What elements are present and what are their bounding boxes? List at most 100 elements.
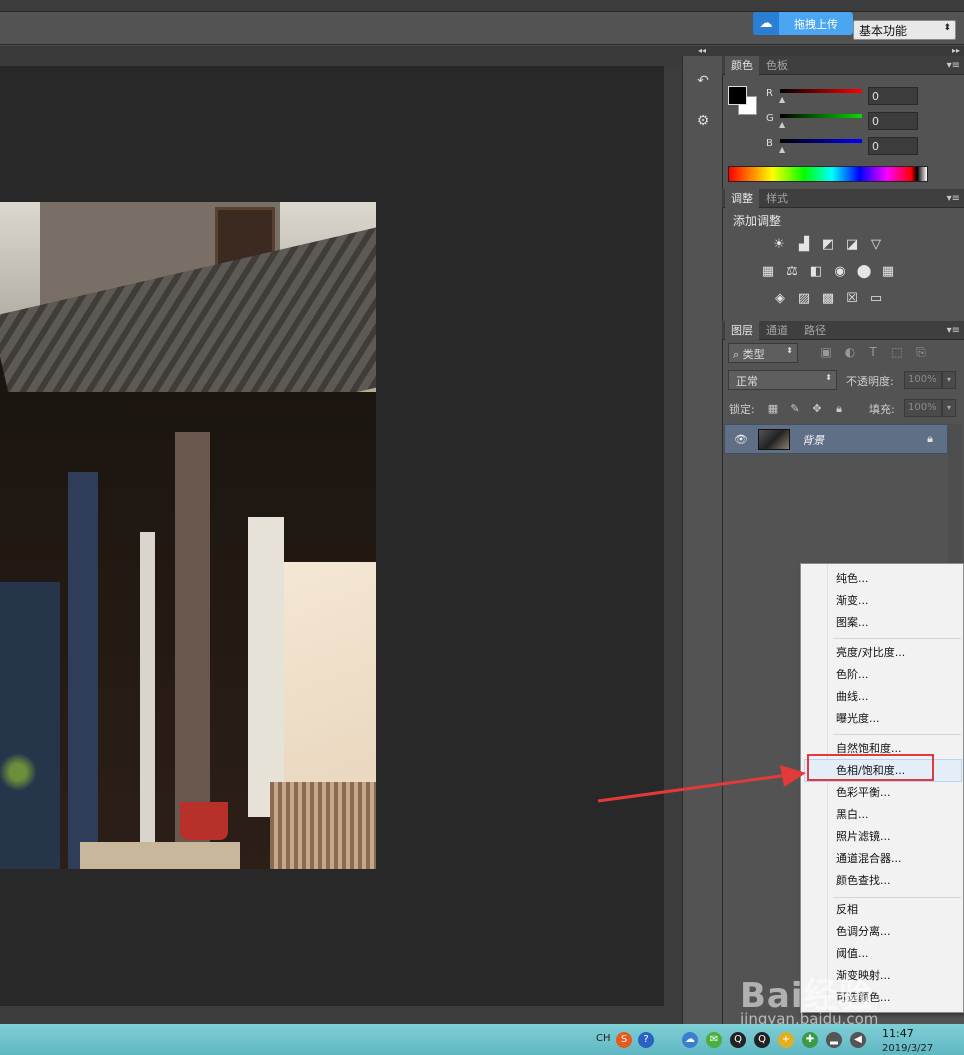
network-signal-icon[interactable]: ▂ [826, 1032, 842, 1048]
horizontal-scrollbar[interactable] [0, 1006, 682, 1024]
channel-b-slider[interactable] [780, 139, 862, 143]
channel-mixer-icon[interactable]: ⬤ [855, 264, 873, 280]
smart-object-filter-icon[interactable]: ⎘ [913, 345, 929, 361]
blend-mode-select[interactable]: 正常 ⬍ [728, 370, 837, 390]
menu-item-invert[interactable]: 反相 [836, 899, 858, 921]
gradient-map-icon[interactable]: ▭ [867, 291, 885, 307]
panel-menu-icon[interactable]: ▾≡ [947, 189, 960, 208]
opacity-dropdown[interactable]: ▾ [942, 371, 956, 389]
eye-icon[interactable]: 👁︎ [734, 433, 748, 446]
drag-upload-button[interactable]: ☁ 拖拽上传 [753, 12, 853, 35]
baidu-cloud-icon[interactable]: ☁ [682, 1032, 698, 1048]
brightness-icon[interactable]: ☀ [770, 237, 788, 253]
lock-transparent-icon[interactable]: ▦ [765, 402, 781, 416]
foreground-color-swatch[interactable] [728, 86, 747, 105]
menu-item-color-lookup[interactable]: 颜色查找... [836, 870, 891, 892]
channel-r-input[interactable]: 0 [868, 87, 918, 105]
hue-saturation-icon[interactable]: ▦ [759, 264, 777, 280]
lock-image-icon[interactable]: ✎ [787, 402, 803, 416]
wechat-icon[interactable]: ✉ [706, 1032, 722, 1048]
tab-layers[interactable]: 图层 [725, 321, 759, 340]
levels-icon[interactable]: ▟ [795, 237, 813, 253]
type-filter-icon[interactable]: T [865, 345, 881, 361]
menu-item-posterize[interactable]: 色调分离... [836, 921, 891, 943]
menu-item-pattern[interactable]: 图案... [836, 612, 869, 634]
vertical-scrollbar[interactable] [664, 66, 682, 1006]
channel-r-label: R [766, 88, 773, 99]
expand-arrows-icon[interactable]: ▸▸ [952, 46, 960, 56]
menu-item-photo-filter[interactable]: 照片滤镜... [836, 826, 891, 848]
posterize-icon[interactable]: ▨ [795, 291, 813, 307]
black-white-icon[interactable]: ◧ [807, 264, 825, 280]
menu-item-black-white[interactable]: 黑白... [836, 804, 869, 826]
channel-b-input[interactable]: 0 [868, 137, 918, 155]
channel-r-slider[interactable] [780, 89, 862, 93]
lock-icon: 🔒︎ [927, 432, 933, 445]
slider-thumb-icon[interactable]: ▲ [779, 120, 785, 129]
tab-swatches[interactable]: 色板 [760, 56, 794, 75]
properties-icon[interactable]: ⚙ [692, 110, 714, 132]
photo-filter-icon[interactable]: ◉ [831, 264, 849, 280]
workspace-select[interactable]: 基本功能 ⬍ [853, 20, 956, 40]
layer-filter-select[interactable]: ⌕ 类型 ⬍ [728, 343, 798, 363]
sogou-ime-icon[interactable]: S [616, 1032, 632, 1048]
menu-item-levels[interactable]: 色阶... [836, 664, 869, 686]
channel-g-slider[interactable] [780, 114, 862, 118]
document-image[interactable] [0, 202, 376, 869]
curves-icon[interactable]: ◩ [819, 237, 837, 253]
layer-name: 背景 [802, 434, 824, 447]
color-spectrum-bar[interactable] [728, 166, 928, 182]
lock-position-icon[interactable]: ✥ [809, 402, 825, 416]
plus-icon[interactable]: + [778, 1032, 794, 1048]
color-panel-tabs: 颜色 色板 ▾≡ [722, 56, 964, 75]
qq-icon[interactable]: Q [730, 1032, 746, 1048]
layer-row-background[interactable]: 👁︎ 背景 🔒︎ [724, 424, 948, 454]
menu-item-curves[interactable]: 曲线... [836, 686, 869, 708]
tab-channels[interactable]: 通道 [760, 321, 794, 340]
vibrance-icon[interactable]: ▽ [867, 237, 885, 253]
slider-thumb-icon[interactable]: ▲ [779, 95, 785, 104]
volume-icon[interactable]: ◀ [850, 1032, 866, 1048]
qq-icon-2[interactable]: Q [754, 1032, 770, 1048]
opacity-input[interactable]: 100% [904, 371, 942, 389]
clock-time[interactable]: 11:47 [882, 1027, 914, 1040]
channel-g-label: G [766, 113, 774, 124]
invert-icon[interactable]: ◈ [771, 291, 789, 307]
menu-item-solid-color[interactable]: 纯色... [836, 568, 869, 590]
security-icon[interactable]: ✚ [802, 1032, 818, 1048]
input-language[interactable]: CH [596, 1033, 611, 1044]
menu-item-exposure[interactable]: 曝光度... [836, 708, 880, 730]
lock-all-icon[interactable]: 🔒︎ [831, 402, 847, 416]
adjustment-layer-menu: 纯色... 渐变... 图案... 亮度/对比度... 色阶... 曲线... … [800, 563, 964, 1013]
shape-filter-icon[interactable]: ⬚ [889, 345, 905, 361]
exposure-icon[interactable]: ◪ [843, 237, 861, 253]
workspace-label: 基本功能 [859, 24, 908, 38]
color-lookup-icon[interactable]: ▦ [879, 264, 897, 280]
help-icon[interactable]: ? [638, 1032, 654, 1048]
tab-styles[interactable]: 样式 [760, 189, 794, 208]
adjustment-filter-icon[interactable]: ◐ [842, 345, 858, 361]
panel-menu-icon[interactable]: ▾≡ [947, 321, 960, 340]
menu-item-threshold[interactable]: 阈值... [836, 943, 869, 965]
fill-dropdown[interactable]: ▾ [942, 399, 956, 417]
fill-input[interactable]: 100% [904, 399, 942, 417]
panel-menu-icon[interactable]: ▾≡ [947, 56, 960, 75]
arrow-head [780, 765, 806, 787]
selective-color-icon[interactable]: ☒ [843, 291, 861, 307]
threshold-icon[interactable]: ▩ [819, 291, 837, 307]
tab-color[interactable]: 颜色 [725, 56, 759, 75]
tab-paths[interactable]: 路径 [798, 321, 832, 340]
clock-date[interactable]: 2019/3/27 [882, 1043, 933, 1054]
menu-item-channel-mixer[interactable]: 通道混合器... [836, 848, 902, 870]
slider-thumb-icon[interactable]: ▲ [779, 145, 785, 154]
collapse-arrows-icon[interactable]: ◂◂ [682, 46, 722, 56]
tab-adjustments[interactable]: 调整 [725, 189, 759, 208]
pixel-filter-icon[interactable]: ▣ [818, 345, 834, 361]
channel-g-input[interactable]: 0 [868, 112, 918, 130]
color-balance-icon[interactable]: ⚖ [783, 264, 801, 280]
menu-item-brightness-contrast[interactable]: 亮度/对比度... [836, 642, 905, 664]
menu-item-color-balance[interactable]: 色彩平衡... [836, 782, 891, 804]
history-icon[interactable]: ↶ [692, 70, 714, 92]
menu-item-gradient[interactable]: 渐变... [836, 590, 869, 612]
channel-b-label: B [766, 138, 773, 149]
